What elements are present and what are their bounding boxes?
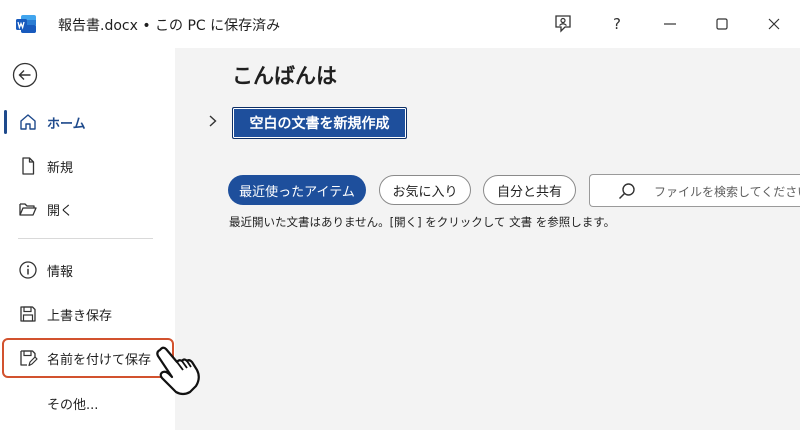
document-title: 報告書.docx • この PC に保存済み (58, 18, 281, 34)
save-icon (20, 306, 36, 322)
sidebar-item-save[interactable]: 上書き保存 (0, 294, 175, 334)
active-indicator (4, 110, 7, 134)
save-as-highlight (2, 338, 174, 378)
home-icon (20, 114, 36, 130)
search-icon (618, 183, 635, 200)
empty-recent-message: 最近開いた文書はありません。[開く] をクリックして 文書 を参照します。 (229, 215, 616, 229)
help-button[interactable]: ? (602, 9, 632, 39)
filter-shared[interactable]: 自分と共有 (483, 175, 576, 205)
close-button[interactable] (759, 9, 789, 39)
sidebar-item-label: 開く (47, 204, 74, 219)
minimize-button[interactable] (655, 9, 685, 39)
backstage-sidebar: ホーム 新規 開く 情報 上書き保存 名前を付けて保存 その他... (0, 48, 175, 430)
sidebar-item-info[interactable]: 情報 (0, 250, 175, 290)
info-icon (19, 261, 37, 279)
hand-cursor-icon (156, 346, 200, 396)
sidebar-item-open[interactable]: 開く (0, 189, 175, 229)
back-arrow-icon[interactable] (12, 62, 38, 88)
new-document-icon (22, 157, 35, 175)
filter-recent[interactable]: 最近使ったアイテム (228, 175, 366, 205)
filter-favorites[interactable]: お気に入り (379, 175, 471, 205)
sidebar-item-more[interactable]: その他... (0, 383, 175, 423)
sidebar-item-label: 上書き保存 (47, 309, 113, 324)
new-blank-document-button[interactable]: 空白の文書を新規作成 (232, 107, 407, 139)
sidebar-item-label: ホーム (47, 117, 86, 132)
sidebar-item-label: その他... (47, 398, 99, 413)
coauthoring-button[interactable] (548, 9, 578, 39)
open-folder-icon (19, 203, 37, 216)
greeting-heading: こんばんは (232, 64, 337, 88)
maximize-button[interactable] (707, 9, 737, 39)
sidebar-item-home[interactable]: ホーム (0, 102, 175, 142)
title-bar: 報告書.docx • この PC に保存済み ? (0, 0, 800, 48)
sidebar-item-label: 情報 (47, 265, 74, 280)
person-feedback-icon (555, 15, 571, 33)
chevron-right-icon[interactable] (207, 114, 219, 128)
maximize-icon (716, 18, 728, 30)
sidebar-divider (18, 238, 153, 239)
sidebar-item-new[interactable]: 新規 (0, 146, 175, 186)
sidebar-item-label: 新規 (47, 161, 74, 176)
minimize-icon (664, 23, 676, 25)
search-placeholder: ファイルを検索してください (654, 185, 800, 199)
help-label: ? (613, 15, 621, 33)
word-logo-icon (16, 15, 36, 33)
close-icon (768, 18, 780, 30)
file-search-input[interactable]: ファイルを検索してください (589, 174, 800, 207)
